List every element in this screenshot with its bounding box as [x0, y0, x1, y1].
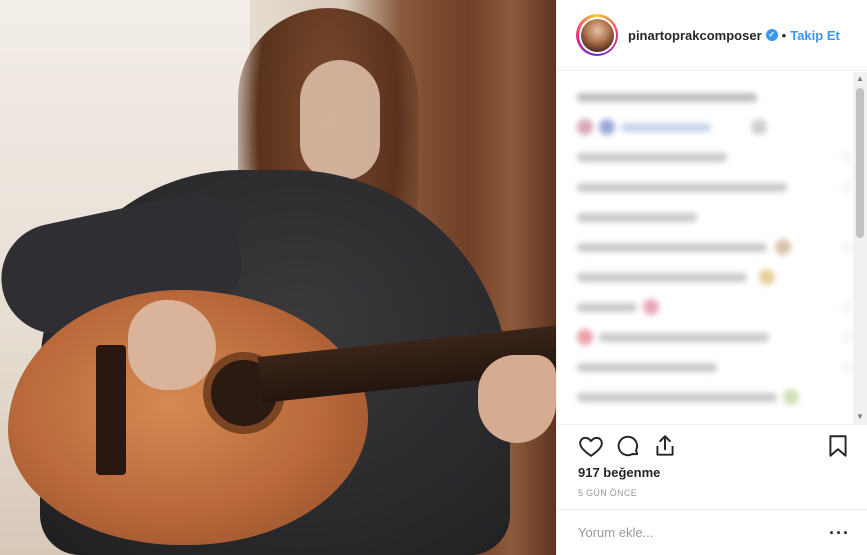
comment-text-placeholder: [577, 362, 717, 372]
comment-text-placeholder: [577, 392, 777, 402]
emoji-placeholder: [775, 239, 791, 255]
list-item: [577, 142, 852, 172]
username-link[interactable]: pinartoprakcomposer: [628, 28, 762, 43]
speech-bubble-icon[interactable]: [615, 433, 641, 459]
avatar[interactable]: [576, 14, 618, 56]
emoji-placeholder: [577, 119, 593, 135]
bookmark-icon[interactable]: [825, 433, 851, 459]
triangle-up-icon[interactable]: ▲: [853, 72, 867, 86]
share-upload-icon[interactable]: [652, 433, 678, 459]
emoji-placeholder: [751, 119, 767, 135]
comment-text-placeholder: [577, 182, 787, 192]
list-item: [577, 262, 852, 292]
list-item: [577, 382, 852, 412]
follow-button[interactable]: Takip Et: [790, 28, 840, 43]
verified-badge-icon: ✓: [765, 29, 778, 41]
photo-guitar-bridge: [96, 345, 126, 475]
emoji-placeholder: [599, 119, 615, 135]
heart-outline-icon[interactable]: [578, 433, 604, 459]
post-actions-bar: [557, 424, 867, 464]
post-side-panel: pinartoprakcomposer ✓ • Takip Et ▲ ▼ 917…: [556, 0, 867, 555]
photo-face: [300, 60, 380, 180]
list-item: [577, 292, 852, 322]
post-photo[interactable]: [0, 0, 556, 555]
comment-text-placeholder: [577, 242, 767, 252]
comment-like-icon: [842, 302, 852, 312]
comment-like-icon: [842, 362, 852, 372]
comment-text-placeholder: [577, 152, 727, 162]
emoji-placeholder: [643, 299, 659, 315]
list-item: [577, 232, 852, 262]
more-options-icon[interactable]: ···: [829, 524, 850, 542]
comment-like-icon: [842, 332, 852, 342]
list-item: [577, 172, 852, 202]
comment-text-placeholder: [577, 92, 757, 102]
comment-like-icon: [842, 182, 852, 192]
list-item: [577, 112, 852, 142]
list-item: [577, 202, 852, 232]
header-separator: •: [781, 27, 787, 43]
emoji-placeholder: [783, 389, 799, 405]
avatar-photo: [580, 18, 614, 52]
add-comment-bar: ···: [557, 509, 867, 555]
comment-text-placeholder: [621, 122, 711, 132]
list-item: [577, 82, 852, 112]
comment-like-icon: [842, 242, 852, 252]
comment-text-placeholder: [599, 332, 769, 342]
post-timestamp[interactable]: 5 GÜN ÖNCE: [578, 488, 637, 498]
comments-list-blurred[interactable]: [557, 72, 867, 424]
blurred-comments-content: [557, 72, 867, 412]
comment-like-icon: [842, 152, 852, 162]
list-item: [577, 352, 852, 382]
avatar-ring: [578, 16, 616, 54]
triangle-down-icon[interactable]: ▼: [853, 410, 867, 424]
comment-input[interactable]: [578, 525, 830, 540]
photo-hand-right: [478, 355, 556, 443]
emoji-placeholder: [759, 269, 775, 285]
emoji-placeholder: [577, 329, 593, 345]
post-header: pinartoprakcomposer ✓ • Takip Et: [557, 0, 867, 71]
list-item: [577, 322, 852, 352]
likes-count[interactable]: 917 beğenme: [578, 465, 660, 480]
comments-scrollbar[interactable]: ▲ ▼: [853, 72, 867, 424]
comment-text-placeholder: [577, 272, 747, 282]
scrollbar-thumb[interactable]: [856, 88, 864, 238]
comment-text-placeholder: [577, 302, 637, 312]
comment-text-placeholder: [577, 212, 697, 222]
